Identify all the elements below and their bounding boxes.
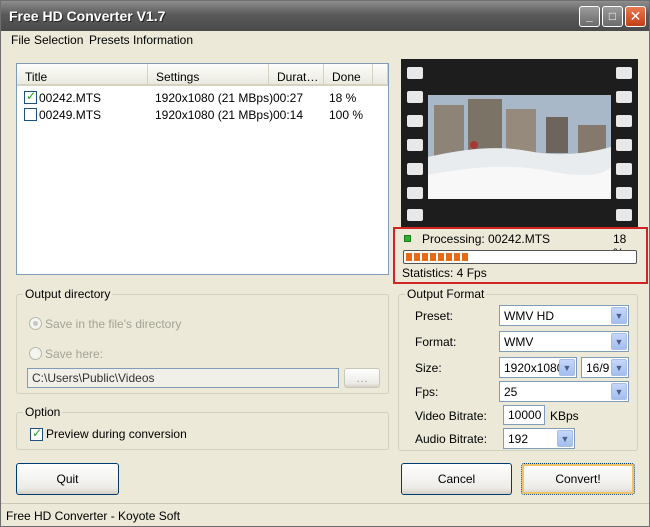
row-title: 00242.MTS: [39, 91, 102, 105]
processing-panel: Processing: 00242.MTS 18 % Statistics: 4…: [401, 231, 639, 281]
table-row[interactable]: 00249.MTS 1920x1080 (21 MBps) 00:14 100 …: [17, 106, 388, 123]
row-done: 100 %: [329, 108, 364, 122]
film-hole: [407, 139, 423, 151]
film-hole: [616, 139, 632, 151]
table-row[interactable]: 00242.MTS 1920x1080 (21 MBps) 00:27 18 %: [17, 89, 388, 106]
preview-frame: [428, 95, 611, 199]
minimize-button[interactable]: _: [579, 6, 600, 27]
video-bitrate-unit: KBps: [550, 409, 579, 423]
processing-label: Processing: 00242.MTS: [422, 232, 551, 246]
row-duration: 00:27: [273, 91, 304, 105]
maximize-button[interactable]: □: [602, 6, 623, 27]
browse-button[interactable]: …: [344, 368, 380, 388]
radio-save-here-label: Save here:: [45, 347, 104, 361]
format-label: Format:: [415, 335, 457, 349]
aspect-select[interactable]: 16/9 ▼: [581, 357, 629, 378]
status-bar: Free HD Converter - Koyote Soft: [1, 503, 649, 526]
preset-label: Preset:: [415, 309, 454, 323]
radio-same-directory[interactable]: [29, 317, 42, 330]
film-hole: [407, 91, 423, 103]
output-path-field[interactable]: C:\Users\Public\Videos: [27, 368, 339, 388]
fps-value: 25: [504, 385, 518, 399]
row-title: 00249.MTS: [39, 108, 102, 122]
preview-checkbox-label: Preview during conversion: [46, 427, 187, 441]
film-hole: [616, 91, 632, 103]
convert-button[interactable]: Convert!: [521, 463, 635, 495]
cancel-button[interactable]: Cancel: [401, 463, 512, 495]
format-value: WMV: [504, 335, 534, 349]
column-header-title[interactable]: Title: [17, 64, 148, 86]
chevron-down-icon[interactable]: ▼: [611, 383, 627, 400]
preset-select[interactable]: WMV HD ▼: [499, 305, 629, 326]
film-hole: [407, 67, 423, 79]
quit-button[interactable]: Quit: [16, 463, 119, 495]
video-preview: [401, 59, 638, 229]
film-hole: [407, 209, 423, 221]
aspect-value: 16/9: [586, 361, 610, 375]
file-list[interactable]: Title Settings Durat… Done 00242.MTS 192…: [16, 63, 389, 275]
menu-information[interactable]: Information: [133, 33, 193, 47]
window-title: Free HD Converter V1.7: [9, 8, 166, 24]
menu-selection[interactable]: Selection: [34, 33, 83, 47]
row-done: 18 %: [329, 91, 357, 105]
film-hole: [616, 187, 632, 199]
row-settings: 1920x1080 (21 MBps): [155, 108, 274, 122]
fps-select[interactable]: 25 ▼: [499, 381, 629, 402]
progress-bar: [403, 250, 637, 264]
output-directory-group: Output directory Save in the file's dire…: [16, 287, 389, 394]
audio-bitrate-label: Audio Bitrate:: [415, 432, 488, 446]
chevron-down-icon[interactable]: ▼: [557, 430, 573, 447]
close-button[interactable]: ✕: [625, 6, 646, 27]
row-checkbox[interactable]: [24, 89, 37, 104]
status-bar-text: Free HD Converter - Koyote Soft: [6, 509, 181, 523]
menu-file[interactable]: File: [11, 33, 30, 47]
chevron-down-icon[interactable]: ▼: [559, 359, 575, 376]
radio-save-here[interactable]: [29, 347, 42, 360]
film-hole: [616, 209, 632, 221]
film-hole: [616, 163, 632, 175]
main-window: Free HD Converter V1.7 _ □ ✕ File Select…: [0, 0, 650, 527]
row-settings: 1920x1080 (21 MBps): [155, 91, 274, 105]
size-label: Size:: [415, 361, 442, 375]
fps-label: Fps:: [415, 385, 439, 399]
film-hole: [407, 163, 423, 175]
row-checkbox[interactable]: [24, 108, 37, 121]
row-duration: 00:14: [273, 108, 304, 122]
progress-fill: [406, 253, 470, 261]
column-header-done[interactable]: Done: [324, 64, 373, 86]
status-indicator-icon: [404, 235, 411, 242]
preview-checkbox[interactable]: [30, 426, 43, 441]
output-format-group: Output Format Preset: WMV HD ▼ Format: WM…: [398, 287, 638, 451]
film-hole: [616, 115, 632, 127]
output-directory-title: Output directory: [23, 287, 113, 301]
film-hole: [407, 187, 423, 199]
snow-scene-image: [428, 95, 611, 199]
chevron-down-icon[interactable]: ▼: [611, 307, 627, 324]
column-header-settings[interactable]: Settings: [148, 64, 269, 86]
statistics-label: Statistics: 4 Fps: [402, 266, 487, 280]
output-format-title: Output Format: [405, 287, 487, 301]
audio-bitrate-select[interactable]: 192 ▼: [503, 428, 575, 449]
size-select[interactable]: 1920x1080 ▼: [499, 357, 577, 378]
chevron-down-icon[interactable]: ▼: [611, 359, 627, 376]
column-header-duration[interactable]: Durat…: [269, 64, 324, 86]
chevron-down-icon[interactable]: ▼: [611, 333, 627, 350]
film-hole: [616, 67, 632, 79]
column-header-filler: [373, 64, 388, 86]
film-hole: [407, 115, 423, 127]
title-bar[interactable]: Free HD Converter V1.7 _ □ ✕: [1, 1, 649, 31]
audio-bitrate-value: 192: [508, 432, 529, 446]
format-select[interactable]: WMV ▼: [499, 331, 629, 352]
radio-same-directory-label: Save in the file's directory: [45, 317, 182, 331]
option-group: Option Preview during conversion: [16, 405, 389, 450]
video-bitrate-label: Video Bitrate:: [415, 409, 487, 423]
menu-bar: File Selection Presets Information: [1, 31, 649, 51]
menu-presets[interactable]: Presets: [89, 33, 130, 47]
video-bitrate-input[interactable]: 10000: [503, 405, 545, 425]
option-title: Option: [23, 405, 63, 419]
preset-value: WMV HD: [504, 309, 554, 323]
size-value: 1920x1080: [504, 361, 564, 375]
